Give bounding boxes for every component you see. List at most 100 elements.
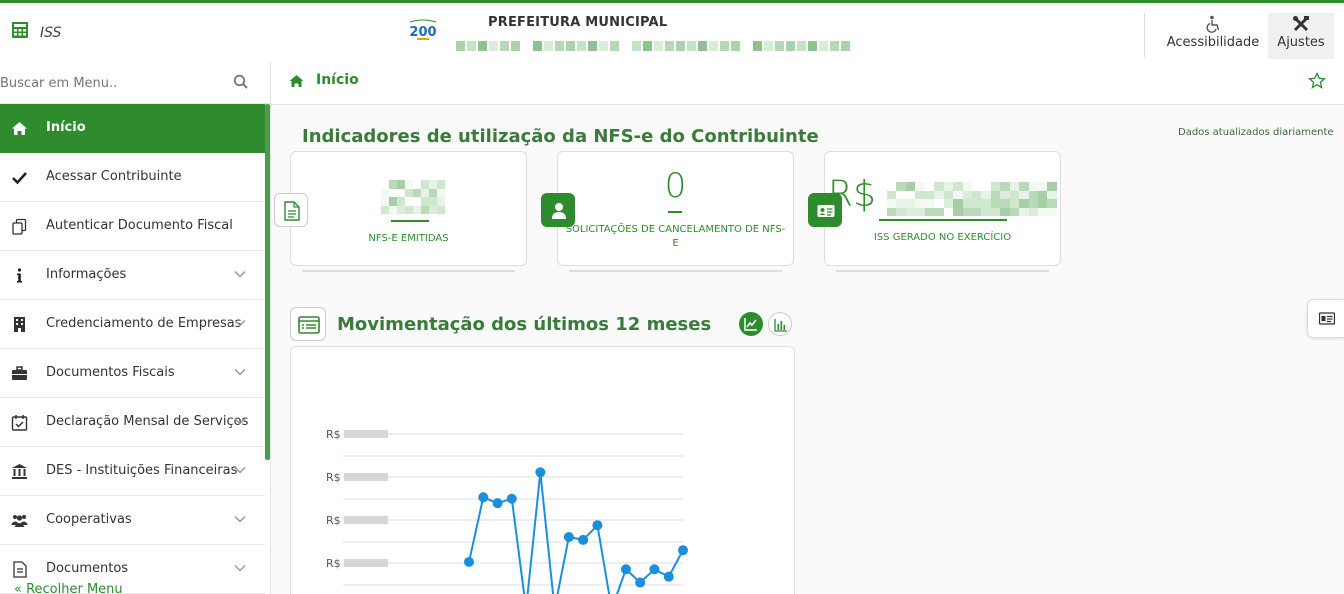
redacted-pixel: [915, 207, 925, 216]
redacted-pixel: [896, 182, 906, 191]
search-icon[interactable]: [233, 74, 249, 90]
sidebar-item-label: Informações: [46, 267, 127, 282]
chevron-down-icon: [234, 417, 246, 425]
bar-chart-toggle[interactable]: [768, 312, 792, 336]
redacted-pixel: [544, 41, 553, 51]
chevron-down-icon: [234, 466, 246, 474]
redacted-pixel: [533, 41, 542, 51]
breadcrumb-current[interactable]: Início: [316, 72, 359, 88]
sidebar-item-inicio[interactable]: Início: [0, 104, 265, 153]
star-icon[interactable]: [1308, 72, 1326, 90]
updated-note: Dados atualizados diariamente: [1178, 127, 1334, 138]
redacted-pixel: [905, 207, 916, 216]
redacted-pixel: [654, 41, 663, 51]
line-chart-toggle[interactable]: [739, 312, 763, 336]
data-point[interactable]: [492, 498, 503, 509]
y-tick-label: R$: [326, 557, 341, 570]
redacted-pixel: [808, 41, 817, 51]
redacted-pixel: [421, 188, 429, 197]
data-point[interactable]: [620, 564, 631, 575]
sidebar-item-label: Documentos Fiscais: [46, 365, 175, 380]
redacted-pixel: [971, 182, 982, 191]
data-point[interactable]: [464, 556, 474, 567]
redacted-pixel: [1047, 207, 1057, 216]
sidebar-item-documentos-fiscais[interactable]: Documentos Fiscais: [0, 349, 265, 398]
redacted-pixel: [905, 199, 916, 208]
value-underline: [668, 211, 682, 213]
top-bar: ISS 200 PREFEITURA MUNICIPAL Acessibilid…: [0, 0, 1344, 62]
indicators-title: Indicadores de utilização da NFS-e do Co…: [302, 126, 819, 147]
data-point[interactable]: [649, 564, 660, 575]
data-point[interactable]: [563, 531, 574, 542]
sidebar-item-cooperativas[interactable]: Cooperativas: [0, 496, 265, 545]
sidebar-item-declaracao-mensal[interactable]: Declaração Mensal de Serviços: [0, 398, 265, 447]
sidebar-item-label: DES - Instituições Financeiras: [46, 463, 238, 478]
bar-chart-icon: [774, 319, 787, 332]
sidebar-item-autenticar-documento[interactable]: Autenticar Documento Fiscal: [0, 202, 265, 251]
chart-section-icon-box: [290, 307, 326, 341]
data-point[interactable]: [478, 492, 489, 503]
page-header-title: PREFEITURA MUNICIPAL: [488, 15, 668, 30]
redacted-pixel: [429, 205, 437, 214]
redacted-pixel: [478, 41, 487, 51]
redacted-pixel: [943, 182, 954, 191]
settings-button[interactable]: Ajustes: [1268, 13, 1334, 59]
sidebar-menu: Início Acessar Contribuinte Autenticar D…: [0, 104, 265, 594]
redacted-tick-value: [344, 430, 388, 438]
redacted-pixel: [943, 199, 954, 208]
data-point[interactable]: [578, 534, 589, 545]
redacted-pixel: [905, 190, 916, 199]
redacted-pixel: [437, 205, 445, 214]
briefcase-icon: [12, 366, 27, 380]
chevron-down-icon: [234, 270, 246, 278]
data-point[interactable]: [678, 545, 688, 556]
data-point[interactable]: [506, 493, 517, 504]
data-point[interactable]: [663, 571, 674, 582]
sidebar-item-acessar-contribuinte[interactable]: Acessar Contribuinte: [0, 153, 265, 202]
card-badge: [274, 193, 308, 227]
side-panel-toggle[interactable]: [1307, 299, 1344, 338]
accessibility-button[interactable]: Acessibilidade: [1160, 15, 1266, 59]
documents-icon: [12, 218, 27, 235]
line-chart-icon: [744, 318, 757, 331]
accessibility-label: Acessibilidade: [1166, 35, 1260, 50]
menu-search-input[interactable]: [0, 72, 220, 94]
redacted-pixel: [1000, 190, 1010, 199]
redacted-pixel: [934, 190, 944, 199]
redacted-pixel: [1028, 182, 1038, 191]
card-caption: SOLICITAÇÕES DE CANCELAMENTO DE NFS-E: [565, 224, 786, 249]
card-shadow: [302, 270, 515, 272]
redacted-pixel: [1009, 199, 1020, 208]
redacted-pixel: [887, 199, 897, 208]
redacted-pixel: [429, 197, 437, 206]
redacted-pixel: [381, 205, 389, 214]
redacted-pixel: [1047, 190, 1057, 199]
sidebar-item-credenciamento[interactable]: Credenciamento de Empresas: [0, 300, 265, 349]
redacted-value: [887, 182, 1057, 216]
card-solicitacoes-cancelamento: 0 SOLICITAÇÕES DE CANCELAMENTO DE NFS-E: [557, 151, 794, 266]
chevron-down-icon: [234, 515, 246, 523]
redacted-pixel: [943, 207, 954, 216]
data-point[interactable]: [635, 577, 646, 588]
chevron-down-icon: [234, 368, 246, 376]
sidebar-item-informacoes[interactable]: Informações: [0, 251, 265, 300]
sidebar-item-des-instituicoes[interactable]: DES - Instituições Financeiras: [0, 447, 265, 496]
sidebar-scrollbar[interactable]: [265, 104, 270, 460]
data-point[interactable]: [592, 520, 603, 531]
redacted-pixel: [456, 41, 465, 51]
redacted-pixel: [1047, 182, 1057, 191]
card-value: 0: [664, 166, 687, 206]
logo-text: 200: [409, 25, 436, 40]
redacted-pixel: [887, 190, 897, 199]
data-point[interactable]: [535, 467, 546, 478]
sidebar-item-label: Autenticar Documento Fiscal: [46, 218, 233, 233]
list-alt-icon: [298, 316, 320, 334]
y-tick-label: R$: [326, 514, 341, 527]
redacted-pixel: [421, 205, 429, 214]
collapse-menu-link[interactable]: « Recolher Menu: [14, 582, 123, 594]
redacted-pixel: [643, 41, 652, 51]
redacted-pixel: [924, 199, 935, 208]
redacted-pixel: [887, 207, 897, 216]
sidebar: Início Acessar Contribuinte Autenticar D…: [0, 62, 271, 594]
redacted-pixel: [397, 180, 405, 189]
